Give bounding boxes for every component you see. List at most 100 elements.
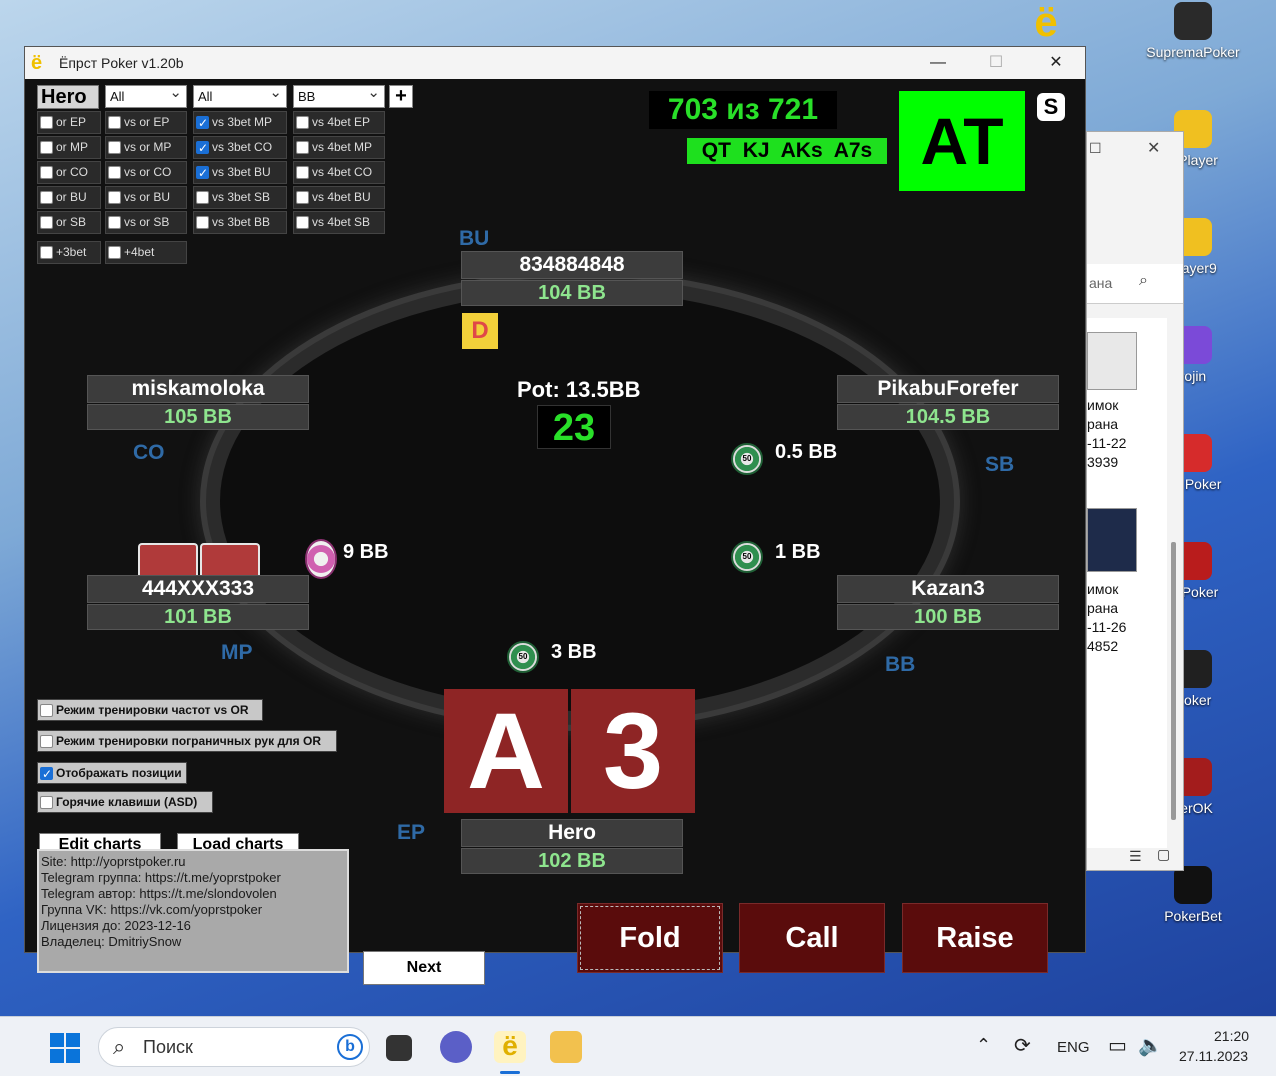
checkbox-box[interactable] — [296, 141, 309, 154]
checkbox-box[interactable] — [196, 163, 209, 184]
checkbox-box[interactable] — [296, 116, 309, 129]
seat-stack-sb: 104.5 BB — [837, 404, 1059, 430]
checkbox-box[interactable] — [196, 138, 209, 159]
checkbox-box[interactable] — [40, 166, 53, 179]
filter-checkbox[interactable]: or SB — [37, 211, 101, 234]
filter-checkbox[interactable]: vs or BU — [105, 186, 187, 209]
filter-checkbox[interactable]: vs or SB — [105, 211, 187, 234]
filter-checkbox[interactable]: or BU — [37, 186, 101, 209]
checkbox-box[interactable] — [40, 216, 53, 229]
bing-icon[interactable]: b — [337, 1034, 363, 1060]
taskbar-search[interactable]: ⌕ Поиск b — [98, 1027, 370, 1067]
language-indicator[interactable]: ENG — [1057, 1039, 1090, 1056]
filter-checkbox[interactable]: vs 3bet SB — [193, 186, 287, 209]
filter-checkbox[interactable]: vs 4bet CO — [293, 161, 385, 184]
fold-button[interactable]: Fold — [577, 903, 723, 973]
desktop-icon-label: PokerBet — [1164, 908, 1222, 924]
add-filter-button[interactable]: + — [389, 85, 413, 108]
filter-checkbox[interactable]: vs 4bet MP — [293, 136, 385, 159]
option-checkbox[interactable]: Режим тренировки частот vs OR — [37, 699, 263, 721]
active-app-indicator — [500, 1071, 520, 1074]
bg-scrollbar[interactable] — [1171, 542, 1176, 820]
filter-checkbox[interactable]: vs or MP — [105, 136, 187, 159]
position-label-sb: SB — [985, 453, 1015, 476]
filter-checkbox[interactable]: vs or EP — [105, 111, 187, 134]
bg-file-thumb[interactable] — [1087, 508, 1137, 572]
filter-checkbox[interactable]: vs 3bet MP — [193, 111, 287, 134]
position-combo-2[interactable]: All — [193, 82, 287, 108]
checkbox-box[interactable] — [196, 216, 209, 229]
clock-time[interactable]: 21:20 — [1214, 1028, 1249, 1044]
background-window[interactable]: ☐ ✕ ана ⌕ имок рана -11-22 3939 имок рана -11… — [1086, 131, 1184, 871]
yoprst-taskbar-icon[interactable]: ё — [494, 1031, 526, 1063]
info-line: Telegram группа: https://t.me/yoprstpoke… — [41, 870, 281, 885]
filter-checkbox[interactable]: vs 4bet EP — [293, 111, 385, 134]
plus3bet-checkbox[interactable]: +3bet — [37, 241, 101, 264]
start-icon[interactable] — [50, 1033, 80, 1063]
chat-icon[interactable] — [440, 1031, 472, 1063]
checkbox-box[interactable] — [40, 735, 53, 748]
raise-button[interactable]: Raise — [902, 903, 1048, 973]
bg-file-thumb[interactable] — [1087, 332, 1137, 390]
title-bar[interactable]: ё Ёпрст Poker v1.20b — ☐ ✕ — [25, 47, 1085, 79]
minimize-button[interactable]: — — [909, 47, 967, 79]
position-combo-3[interactable]: BB — [293, 82, 385, 108]
checkbox-box[interactable] — [40, 191, 53, 204]
file-explorer-icon[interactable] — [550, 1031, 582, 1063]
checkbox-box[interactable] — [108, 166, 121, 179]
filter-checkbox[interactable]: or MP — [37, 136, 101, 159]
desktop-icon[interactable]: SupremaPoker — [1143, 2, 1243, 60]
position-combo-1[interactable]: All — [105, 82, 187, 108]
checkbox-box[interactable] — [40, 246, 53, 259]
checkbox-box[interactable] — [196, 191, 209, 204]
checkbox-box[interactable] — [108, 246, 121, 259]
next-button[interactable]: Next — [363, 951, 485, 985]
filter-checkbox[interactable]: vs 4bet BU — [293, 186, 385, 209]
checkbox-box[interactable] — [40, 116, 53, 129]
checkbox-box[interactable] — [40, 141, 53, 154]
checkbox-label: vs 3bet BB — [212, 215, 271, 229]
filter-checkbox[interactable]: or EP — [37, 111, 101, 134]
filter-checkbox[interactable]: vs 3bet BB — [193, 211, 287, 234]
filter-checkbox[interactable]: vs 4bet SB — [293, 211, 385, 234]
filter-checkbox[interactable]: vs 3bet CO — [193, 136, 287, 159]
filter-checkbox[interactable]: vs 3bet BU — [193, 161, 287, 184]
bg-list-view-icon[interactable]: ☰ — [1129, 848, 1142, 865]
filter-checkbox[interactable]: or CO — [37, 161, 101, 184]
filter-checkbox[interactable]: vs or CO — [105, 161, 187, 184]
checkbox-box[interactable] — [296, 191, 309, 204]
network-icon[interactable]: ▭ — [1108, 1033, 1127, 1058]
checkbox-box[interactable] — [108, 116, 121, 129]
option-checkbox[interactable]: Режим тренировки пограничных рук для OR — [37, 730, 337, 752]
bg-tile-view-icon[interactable]: ▢ — [1157, 846, 1170, 863]
checkbox-box[interactable] — [296, 216, 309, 229]
task-view-icon[interactable] — [386, 1035, 412, 1061]
checkbox-box[interactable] — [108, 141, 121, 154]
maximize-button[interactable]: ☐ — [967, 47, 1025, 79]
close-button[interactable]: ✕ — [1027, 47, 1085, 79]
bg-close-icon[interactable]: ✕ — [1147, 138, 1160, 158]
volume-icon[interactable]: 🔈 — [1138, 1033, 1163, 1058]
checkbox-box[interactable] — [40, 764, 53, 785]
checkbox-box[interactable] — [108, 191, 121, 204]
clock-date[interactable]: 27.11.2023 — [1179, 1048, 1248, 1064]
checkbox-box[interactable] — [40, 704, 53, 717]
sync-icon[interactable]: ⟳ — [1014, 1033, 1031, 1058]
checkbox-box[interactable] — [296, 166, 309, 179]
bg-search-field[interactable]: ана ⌕ — [1087, 264, 1183, 304]
chevron-up-icon[interactable]: ⌃ — [976, 1035, 991, 1056]
checkbox-box[interactable] — [196, 113, 209, 134]
desktop-icon[interactable]: PokerBet — [1143, 866, 1243, 924]
checkbox-box[interactable] — [108, 216, 121, 229]
hero-card-2: 3 — [571, 689, 695, 813]
call-button[interactable]: Call — [739, 903, 885, 973]
desktop-yoprst-icon[interactable]: ё — [1024, 1, 1068, 44]
option-checkbox[interactable]: Горячие клавиши (ASD) — [37, 791, 213, 813]
checkbox-box[interactable] — [40, 796, 53, 809]
bg-maximize-icon[interactable]: ☐ — [1089, 140, 1102, 157]
seat-name-bu: 834884848 — [461, 251, 683, 279]
s-button[interactable]: S — [1037, 93, 1065, 121]
hero-label: Hero — [37, 85, 99, 109]
option-checkbox[interactable]: Отображать позиции — [37, 762, 187, 785]
plus4bet-checkbox[interactable]: +4bet — [105, 241, 187, 264]
